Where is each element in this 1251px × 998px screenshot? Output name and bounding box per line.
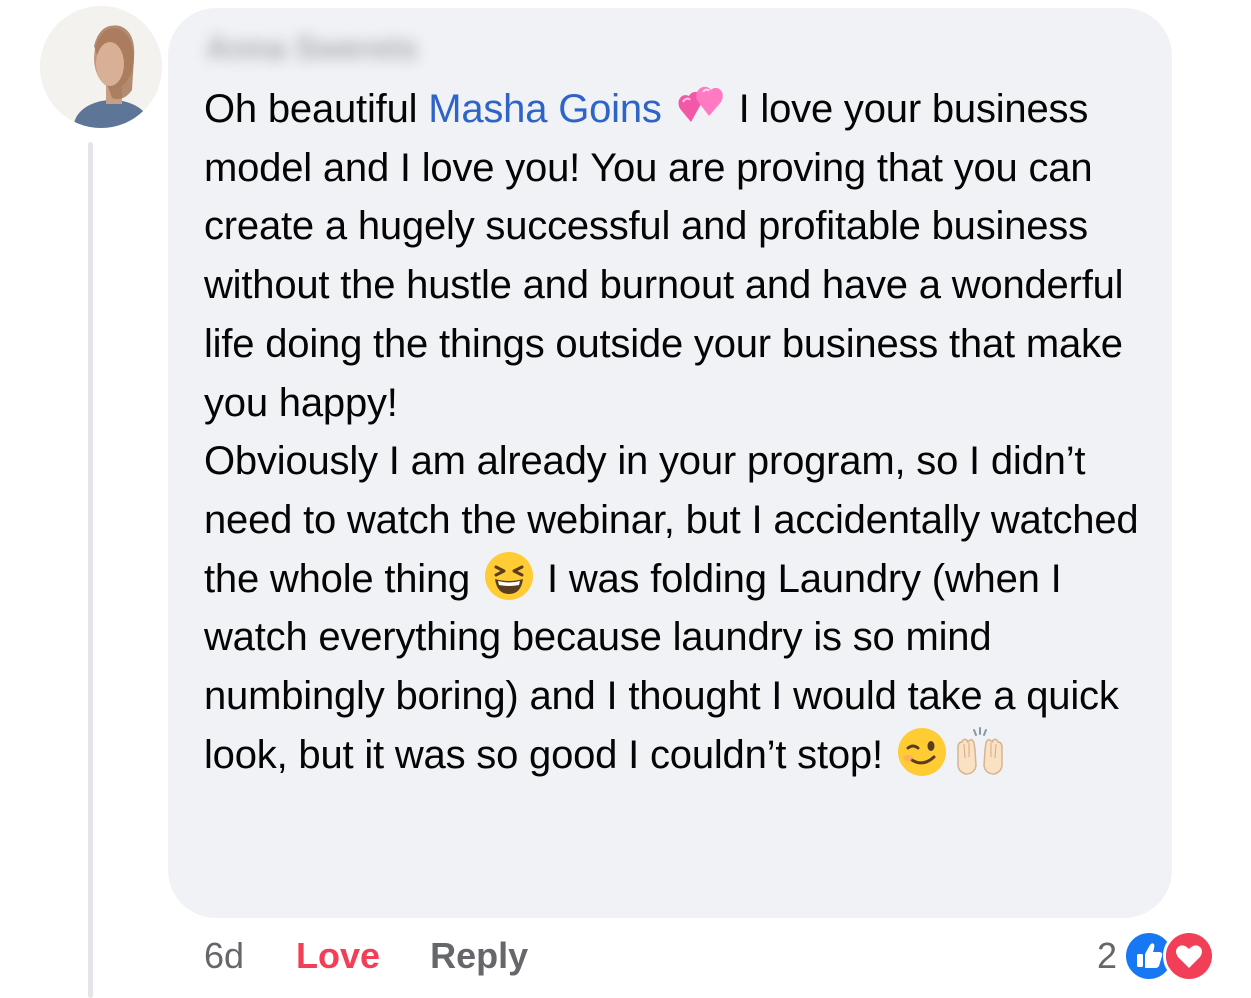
comment-text: Oh beautiful Masha Goins I love your bus…: [204, 80, 1164, 784]
raising-hands-icon: [954, 726, 1006, 778]
reaction-summary[interactable]: 2: [1097, 928, 1215, 984]
comment-thread: Anna Swerets Oh beautiful Masha Goins I …: [0, 0, 1251, 998]
comment-timestamp[interactable]: 6d: [204, 935, 244, 977]
avatar[interactable]: [40, 6, 162, 128]
winking-face-icon: [896, 726, 948, 778]
reaction-count: 2: [1096, 935, 1117, 976]
love-reaction-icon: [1163, 930, 1215, 982]
comment-paragraph-1: Oh beautiful Masha Goins I love your bus…: [204, 80, 1164, 432]
grinning-squinting-face-icon: [483, 550, 535, 602]
comment-text-intro-rest: I love your business model and I love yo…: [204, 87, 1124, 425]
thread-line: [88, 142, 93, 998]
mention-link[interactable]: Masha Goins: [428, 87, 662, 131]
comment-author-name[interactable]: Anna Swerets: [206, 30, 418, 67]
reply-button[interactable]: Reply: [430, 935, 528, 977]
two-hearts-icon: [675, 80, 727, 132]
love-button[interactable]: Love: [296, 935, 380, 977]
comment-actions: 6d Love Reply: [204, 930, 528, 982]
comment-text-intro: Oh beautiful: [204, 87, 429, 131]
comment-paragraph-2: Obviously I am already in your program, …: [204, 432, 1164, 784]
